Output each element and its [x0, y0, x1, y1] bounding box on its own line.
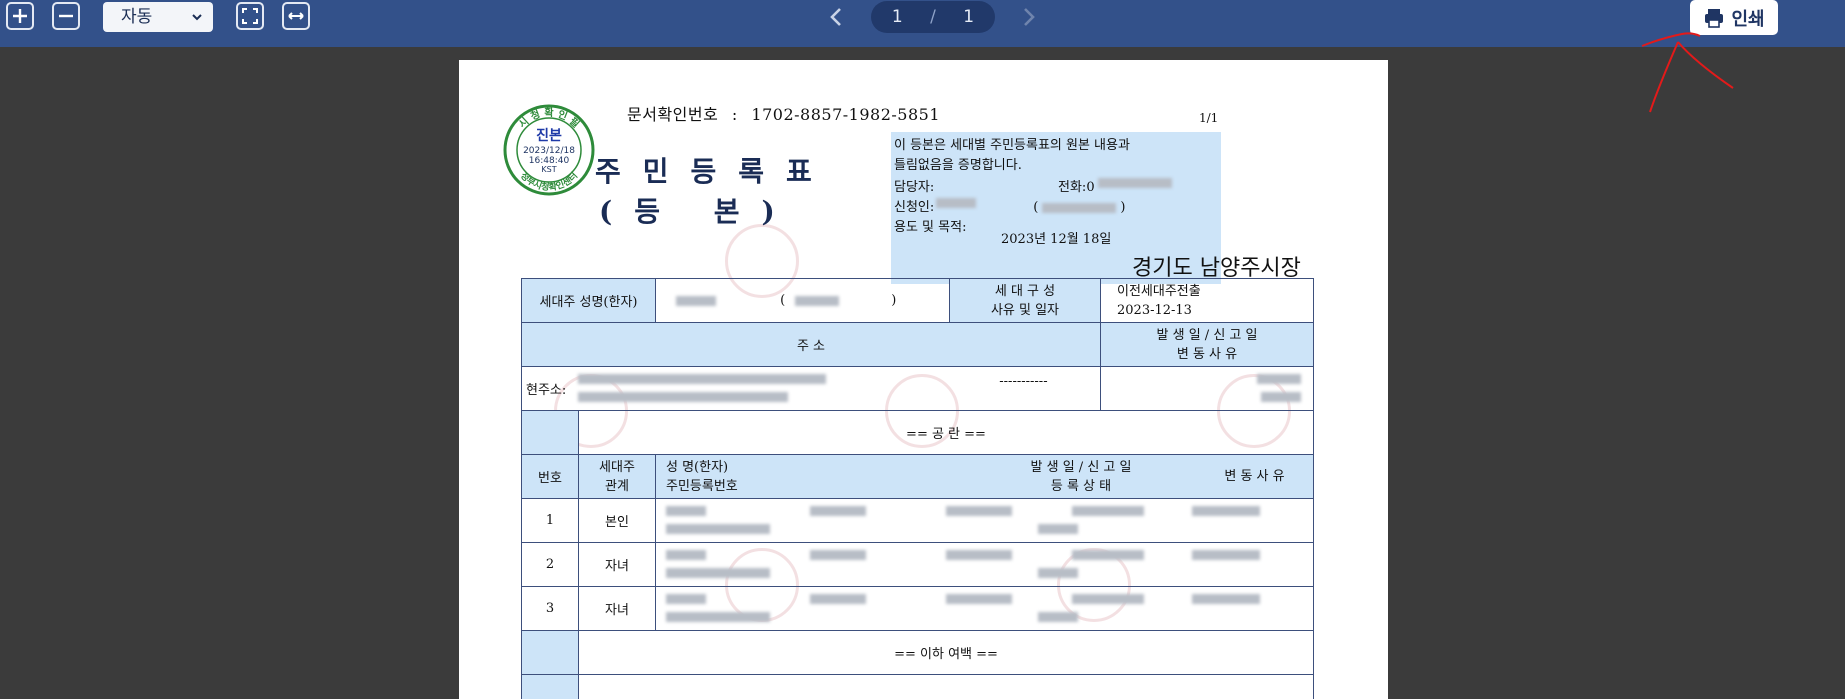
- redacted-applicant: [936, 198, 977, 208]
- redacted-applicant-id: [1042, 202, 1117, 213]
- certify-line-1: 이 등본은 세대별 주민등록표의 원본 내용과: [894, 138, 1130, 153]
- page-current-input[interactable]: 1: [892, 1, 903, 33]
- member-row: 2 자녀: [521, 542, 1314, 587]
- household-reason: 이전세대주전출: [1117, 283, 1201, 299]
- page-index: 1/1: [1199, 111, 1219, 125]
- manager-label: 담당자:: [894, 180, 935, 195]
- document-number-value: 1702-8857-1982-5851: [751, 105, 940, 124]
- next-page-button[interactable]: [1016, 5, 1040, 29]
- phone-prefix: 0: [1086, 180, 1095, 195]
- member-row: 3 자녀: [521, 586, 1314, 631]
- zoom-select-value: 자동: [121, 7, 153, 27]
- fit-width-button[interactable]: [282, 2, 310, 30]
- household-date: 2023-12-13: [1117, 302, 1192, 318]
- plus-icon: [13, 9, 27, 23]
- zoom-out-button[interactable]: [52, 2, 80, 30]
- fit-width-icon: [288, 12, 304, 20]
- member-relation: 본인: [578, 498, 656, 543]
- member-no: 3: [521, 586, 579, 631]
- member-no: 2: [521, 542, 579, 587]
- issue-date: 2023년 12월 18일: [1001, 232, 1112, 247]
- document-subtitle: (등 본): [599, 195, 797, 228]
- fit-page-button[interactable]: [236, 2, 264, 30]
- current-address-label: 현주소:: [526, 383, 567, 398]
- print-button-label: 인쇄: [1731, 8, 1765, 30]
- verification-seal: 시 청 확 인 필 정부시청확인센터 진본 2023/12/18 16:48:4…: [503, 104, 595, 196]
- page-separator: /: [930, 7, 936, 27]
- member-relation: 자녀: [578, 542, 656, 587]
- seal-date: 2023/12/18: [523, 146, 575, 156]
- phone-label: 전화:: [1058, 180, 1087, 195]
- col-name-header-2: 주민등록번호: [666, 478, 738, 494]
- fit-page-icon: [242, 8, 258, 24]
- redacted-head-name: [676, 295, 716, 306]
- applicant-label: 신청인:: [894, 200, 935, 215]
- zoom-select[interactable]: 자동: [103, 2, 213, 32]
- seal-center-text: 진본: [536, 127, 562, 144]
- col-event-header-1: 발 생 일 / 신 고 일: [1030, 459, 1132, 475]
- event-header-2: 변 동 사 유: [1176, 346, 1238, 362]
- redacted-address-reason: [1261, 392, 1301, 402]
- end-of-list-label: == 이하 여백 ==: [578, 630, 1314, 675]
- page-indicator: 1 / 1: [871, 1, 995, 33]
- redacted-phone: [1097, 178, 1172, 188]
- col-name-header-1: 성 명(한자): [666, 459, 729, 475]
- common-blank-label: == 공 란 ==: [578, 410, 1314, 455]
- certify-line-2: 틀림없음을 증명합니다.: [894, 158, 1022, 173]
- redacted-address-date: [1257, 374, 1301, 384]
- address-dashes: -----------: [999, 373, 1048, 389]
- event-header-1: 발 생 일 / 신 고 일: [1156, 327, 1258, 343]
- address-header: 주 소: [521, 322, 1101, 367]
- document-title: 주민등록표: [595, 155, 834, 188]
- document-page: 시 청 확 인 필 정부시청확인센터 진본 2023/12/18 16:48:4…: [459, 60, 1388, 699]
- redacted-address-line-2: [578, 392, 789, 402]
- printer-icon: [1705, 8, 1724, 28]
- document-number: 문서확인번호 : 1702-8857-1982-5851: [627, 101, 940, 125]
- previous-page-button[interactable]: [825, 5, 849, 29]
- member-no: 1: [521, 498, 579, 543]
- household-label-1: 세 대 구 성: [994, 283, 1056, 299]
- seal-timezone: KST: [541, 165, 556, 174]
- col-relation-header-1: 세대주: [599, 459, 635, 475]
- viewer-toolbar: 자동 1 / 1 인쇄: [0, 0, 1845, 47]
- chevron-down-icon: [192, 14, 202, 21]
- page-total: 1: [963, 7, 975, 27]
- redacted-head-hanja: [795, 295, 840, 306]
- registration-table: 세대주 성명(한자) () 세 대 구 성 사유 및 일자 이전세대주전출 20…: [521, 278, 1314, 699]
- household-label-2: 사유 및 일자: [990, 302, 1060, 318]
- zoom-in-button[interactable]: [6, 2, 34, 30]
- col-relation-header-2: 관계: [605, 478, 629, 494]
- document-number-label: 문서확인번호: [627, 105, 719, 124]
- head-name-label: 세대주 성명(한자): [521, 278, 656, 323]
- col-change-header: 변 동 사 유: [1224, 468, 1285, 484]
- col-event-header-2: 등 록 상 태: [1050, 478, 1112, 494]
- redacted-address-line-1: [578, 374, 827, 384]
- document-number-sep: :: [731, 105, 738, 124]
- red-annotation-arrow: [1641, 32, 1734, 113]
- col-no-header: 번호: [521, 454, 579, 499]
- member-row: 1 본인: [521, 498, 1314, 543]
- member-relation: 자녀: [578, 586, 656, 631]
- minus-icon: [59, 14, 73, 18]
